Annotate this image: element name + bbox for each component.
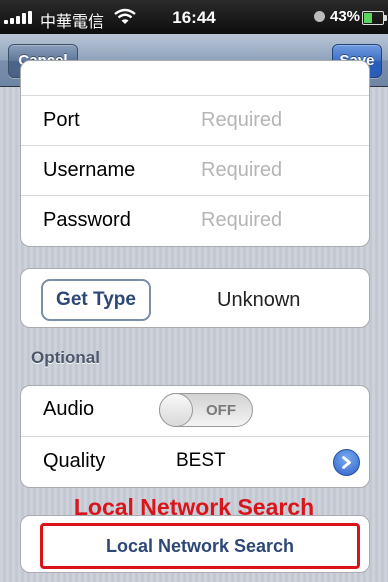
password-input[interactable]: Required — [201, 209, 282, 232]
port-label: Port — [43, 109, 80, 131]
disclosure-arrow-icon[interactable] — [333, 449, 360, 476]
port-row[interactable]: Port Required — [21, 95, 369, 145]
optional-settings-group: Audio OFF Quality BEST — [20, 385, 370, 488]
battery-percent: 43% — [330, 8, 361, 25]
audio-row: Audio OFF — [21, 386, 369, 434]
audio-toggle[interactable]: OFF — [159, 393, 253, 427]
quality-label: Quality — [43, 450, 106, 472]
local-network-search-button[interactable]: Local Network Search — [40, 523, 360, 569]
connection-settings-group: Port Required Username Required Password… — [20, 60, 370, 247]
battery-icon — [362, 11, 387, 25]
quality-value: BEST — [176, 450, 226, 471]
optional-section-header: Optional — [31, 348, 100, 367]
audio-toggle-state: OFF — [206, 402, 236, 419]
device-type-value: Unknown — [217, 289, 301, 311]
get-type-button[interactable]: Get Type — [41, 279, 151, 321]
toggle-knob — [159, 393, 193, 427]
password-label: Password — [43, 209, 131, 231]
alarm-clock-icon — [314, 11, 325, 22]
username-label: Username — [43, 159, 136, 181]
username-input[interactable]: Required — [201, 159, 282, 182]
device-type-group: Get Type Unknown — [20, 268, 370, 328]
port-input[interactable]: Required — [201, 109, 282, 132]
password-row[interactable]: Password Required — [21, 195, 369, 245]
username-row[interactable]: Username Required — [21, 145, 369, 195]
status-bar: 中華電信 16:44 43% — [0, 0, 388, 34]
quality-row[interactable]: Quality BEST — [21, 436, 369, 486]
audio-label: Audio — [43, 398, 95, 420]
